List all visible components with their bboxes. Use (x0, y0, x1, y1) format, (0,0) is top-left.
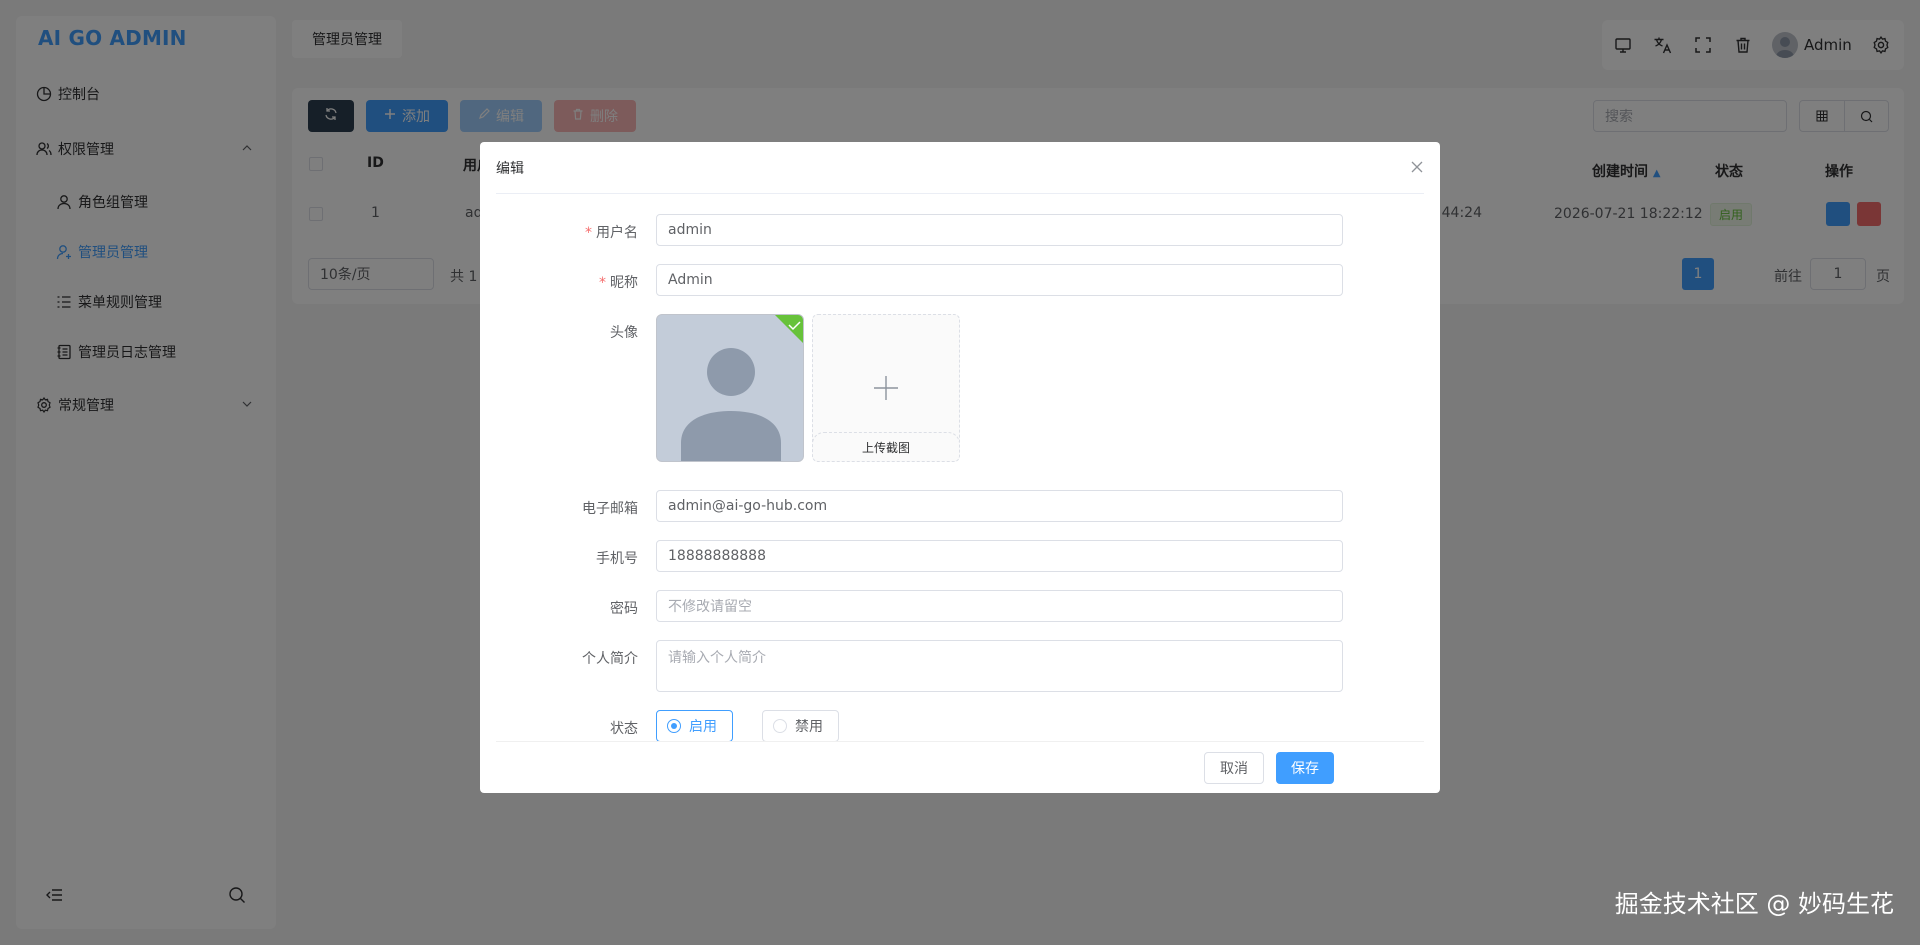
radio-dot (667, 719, 681, 733)
avatar-label: 头像 (610, 325, 638, 341)
username-label: * 用户名 (478, 222, 638, 242)
phone-value: 18888888888 (668, 548, 766, 564)
username-input[interactable]: admin (656, 214, 1343, 246)
avatar-preview[interactable] (656, 314, 804, 462)
required-mark: * (599, 275, 606, 291)
password-placeholder: 不修改请留空 (668, 599, 752, 615)
edit-dialog: 编辑 * 用户名 admin * 昵称 Admin 头像 上传截图 电子邮箱 adm… (480, 142, 1440, 793)
close-icon[interactable] (1410, 160, 1424, 174)
bio-textarea[interactable]: 请输入个人简介 (656, 640, 1343, 692)
email-field[interactable]: admin@ai-go-hub.com (656, 490, 1343, 522)
required-mark: * (585, 225, 592, 241)
phone-label: 手机号 (596, 551, 638, 567)
radio-label: 禁用 (795, 719, 823, 735)
nickname-value: Admin (668, 272, 713, 288)
username-value: admin (668, 222, 712, 238)
nickname-label: * 昵称 (478, 272, 638, 292)
email-value: admin@ai-go-hub.com (668, 498, 828, 514)
dialog-divider (496, 193, 1424, 194)
watermark: 掘金技术社区 @ 妙码生花 (1614, 890, 1894, 918)
nickname-label-text: 昵称 (610, 275, 638, 291)
dialog-title: 编辑 (496, 161, 524, 177)
username-label-text: 用户名 (596, 225, 638, 241)
bio-label: 个人简介 (582, 651, 638, 667)
status-label: 状态 (610, 721, 638, 737)
status-enabled-radio[interactable]: 启用 (656, 710, 733, 742)
cancel-button[interactable]: 取消 (1204, 752, 1264, 784)
upload-label: 上传截图 (813, 432, 959, 461)
plus-icon (873, 375, 899, 405)
avatar-upload[interactable]: 上传截图 (812, 314, 960, 462)
password-label: 密码 (610, 601, 638, 617)
phone-field[interactable]: 18888888888 (656, 540, 1343, 572)
password-field[interactable]: 不修改请留空 (656, 590, 1343, 622)
radio-dot (773, 719, 787, 733)
radio-label: 启用 (689, 719, 717, 735)
bio-placeholder: 请输入个人简介 (668, 650, 766, 666)
status-disabled-radio[interactable]: 禁用 (762, 710, 839, 742)
footer-divider (496, 741, 1424, 742)
nickname-input[interactable]: Admin (656, 264, 1343, 296)
save-button[interactable]: 保存 (1276, 752, 1334, 784)
email-label: 电子邮箱 (582, 501, 638, 517)
